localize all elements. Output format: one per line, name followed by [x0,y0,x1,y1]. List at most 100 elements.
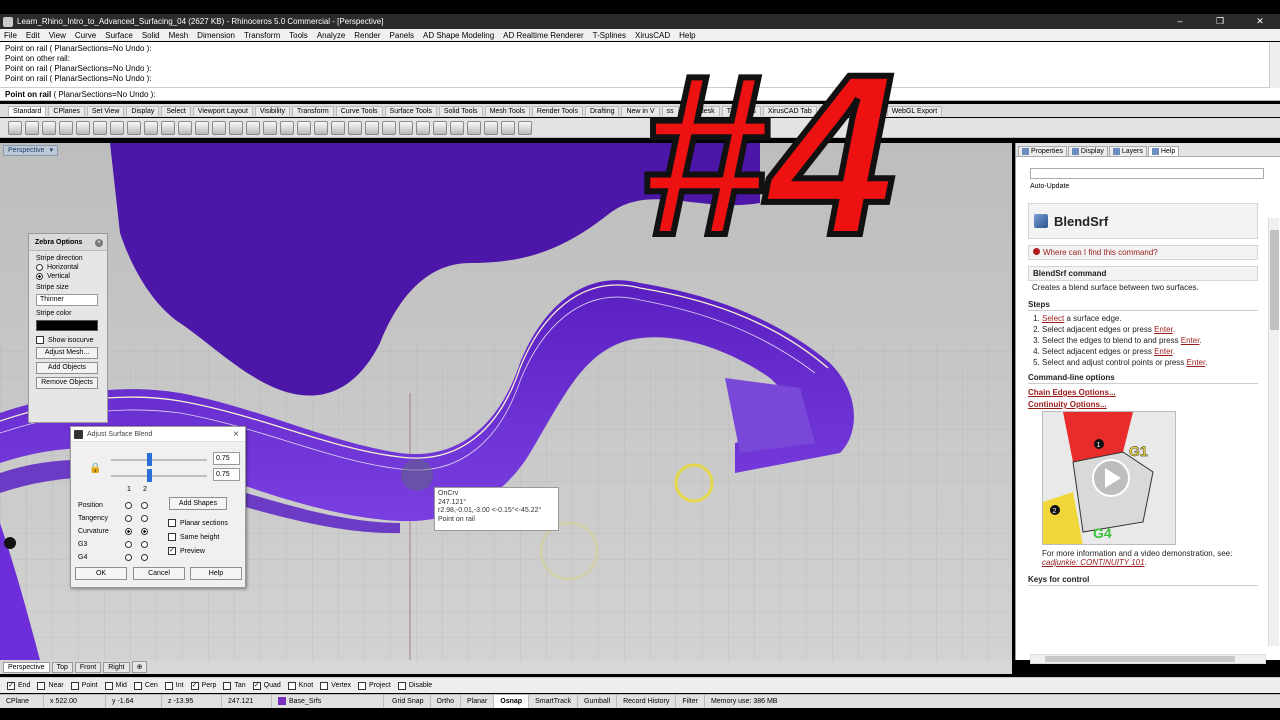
hide-icon[interactable] [331,120,345,135]
osnap-end[interactable]: ✓ End [7,681,30,690]
osnap-checkbox[interactable] [223,681,232,690]
help-button[interactable]: Help [190,567,242,580]
add-objects-button[interactable]: Add Objects [36,362,98,374]
toggle-osnap[interactable]: Osnap [494,694,530,709]
tab-mesh-tools[interactable]: Mesh Tools [484,105,530,116]
position-radio-2[interactable] [141,502,148,509]
tangency-radio-2[interactable] [141,515,148,522]
menu-ad-shape-modeling[interactable]: AD Shape Modeling [423,31,494,40]
light-icon[interactable] [484,120,498,135]
minimize-button[interactable]: – [1160,14,1200,29]
material-icon[interactable] [450,120,464,135]
osnap-vertex[interactable]: Vertex [320,681,351,690]
print-icon[interactable] [59,120,73,135]
zoom-selected-icon[interactable] [246,120,260,135]
lock-icon[interactable] [365,120,379,135]
slider-thumb[interactable] [147,469,152,482]
tab-set-view[interactable]: Set View [86,105,125,116]
add-shapes-button[interactable]: Add Shapes [169,497,227,510]
toggle-filter[interactable]: Filter [676,694,705,709]
horizontal-radio[interactable] [36,264,43,271]
close-button[interactable]: ✕ [1240,14,1280,29]
close-icon[interactable]: × [233,429,239,440]
stripe-color-swatch[interactable] [36,320,98,331]
osnap-quad[interactable]: ✓ Quad [252,681,281,690]
menu-panels[interactable]: Panels [390,31,414,40]
horizontal-option[interactable]: Horizontal [36,264,100,271]
toggle-record-history[interactable]: Record History [617,694,677,709]
help-address-field[interactable] [1030,168,1264,179]
step-link[interactable]: Enter [1154,325,1173,334]
planar-sections-checkbox[interactable] [168,519,176,527]
paste-icon[interactable] [127,120,141,135]
cplane-icon[interactable] [297,120,311,135]
cut-icon[interactable] [93,120,107,135]
add-viewport-icon[interactable]: ⊕ [131,661,148,673]
select-all-icon[interactable] [314,120,328,135]
cancel-button[interactable]: Cancel [133,567,185,580]
save-icon[interactable] [42,120,56,135]
osnap-int[interactable]: Int [164,681,184,690]
same-height-checkbox[interactable] [168,533,176,541]
auto-update-label[interactable]: Auto-Update [1030,183,1069,190]
undo-icon[interactable] [144,120,158,135]
tab-top[interactable]: Top [51,661,73,673]
command-prompt-options[interactable]: ( PlanarSections=No Undo ): [53,90,155,99]
menu-dimension[interactable]: Dimension [197,31,235,40]
toggle-smarttrack[interactable]: SmartTrack [529,694,578,709]
lock-icon[interactable]: 🔒 [89,463,101,474]
options-icon[interactable] [501,120,515,135]
tab-layers[interactable]: Layers [1108,146,1147,156]
step-link[interactable]: Enter [1187,358,1206,367]
vertical-option[interactable]: Vertical [36,273,100,280]
continuity-link[interactable]: Continuity Options... [1028,400,1258,409]
g3-radio-2[interactable] [141,541,148,548]
scroll-thumb[interactable] [1270,230,1279,330]
where-find-link[interactable]: Where can I find this command? [1028,245,1258,260]
osnap-near[interactable]: Near [37,681,64,690]
slider-thumb[interactable] [147,453,152,466]
osnap-checkbox[interactable] [320,681,329,690]
menu-tools[interactable]: Tools [289,31,308,40]
tab-properties[interactable]: Properties [1018,146,1067,156]
history-scrollbar[interactable] [1269,42,1280,88]
zoom-extents-icon[interactable] [229,120,243,135]
tab-cplanes[interactable]: CPlanes [48,105,85,116]
tab-display[interactable]: Display [1067,146,1108,156]
help-horizontal-scrollbar[interactable] [1030,654,1266,664]
osnap-knot[interactable]: Knot [287,681,313,690]
stripe-size-select[interactable]: Thinner [36,294,98,306]
menu-mesh[interactable]: Mesh [169,31,189,40]
cadjunkie-link[interactable]: cadjunkie: CONTINUITY 101 [1042,558,1145,567]
planar-sections-option[interactable]: Planar sections [168,519,228,527]
osnap-cen[interactable]: Cen [133,681,158,690]
tab-display[interactable]: Display [126,105,160,116]
g4-radio-1[interactable] [125,554,132,561]
help-icon[interactable] [518,120,532,135]
close-icon[interactable]: × [95,239,103,247]
tab-right[interactable]: Right [103,661,130,673]
ok-button[interactable]: OK [75,567,127,580]
toggle-planar[interactable]: Planar [461,694,495,709]
layer-icon[interactable] [382,120,396,135]
g4-radio-2[interactable] [141,554,148,561]
tab-solid-tools[interactable]: Solid Tools [438,105,483,116]
curvature-radio-2[interactable] [141,528,148,535]
preview-option[interactable]: ✓ Preview [168,547,205,555]
osnap-checkbox[interactable]: ✓ [7,681,15,690]
menu-file[interactable]: File [4,31,17,40]
menu-render[interactable]: Render [354,31,380,40]
osnap-disable[interactable]: Disable [397,681,432,690]
menu-ad-realtime-renderer[interactable]: AD Realtime Renderer [503,31,583,40]
undo-view-icon[interactable] [263,120,277,135]
new-icon[interactable] [8,120,22,135]
g3-radio-1[interactable] [125,541,132,548]
continuity-video-thumbnail[interactable]: G1 G4 1 2 [1042,411,1176,545]
blend-slider-1[interactable] [111,453,207,466]
osnap-checkbox[interactable] [70,681,79,690]
osnap-checkbox[interactable] [287,681,296,690]
control-point-1[interactable] [4,537,16,549]
zoom-window-icon[interactable] [212,120,226,135]
tab-drafting[interactable]: Drafting [584,105,620,116]
tab-curve-tools[interactable]: Curve Tools [335,105,383,116]
